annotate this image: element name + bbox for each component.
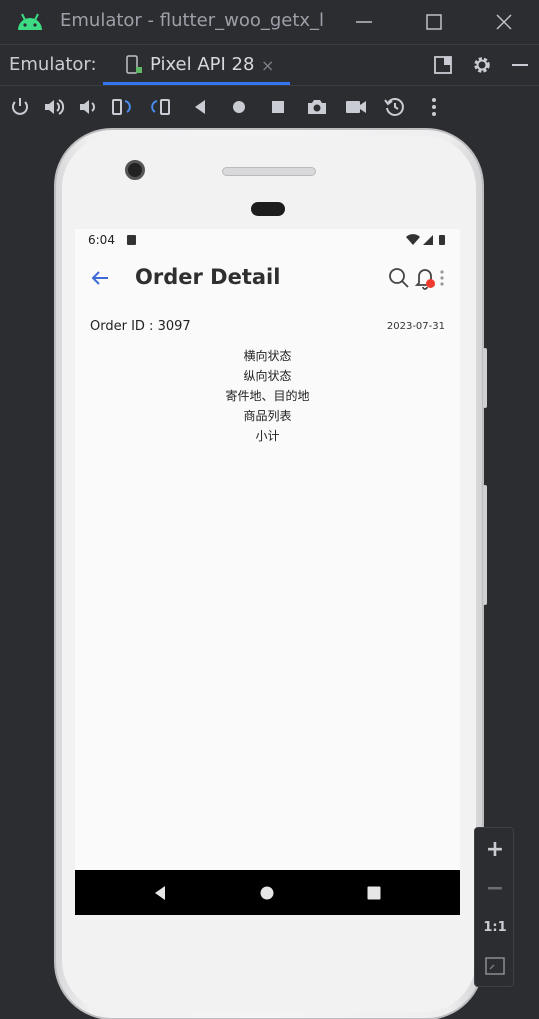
snapshot-restore-icon[interactable] — [383, 95, 407, 119]
title-bar: Emulator - flutter_woo_getx_le — [0, 0, 539, 44]
tab-pixel-api-28[interactable]: Pixel API 28 × — [103, 45, 290, 85]
fit-screen-icon — [485, 957, 505, 975]
order-date: 2023-07-31 — [386, 321, 445, 332]
system-indicators-icon — [406, 234, 445, 245]
gear-icon[interactable] — [471, 54, 493, 76]
overflow-menu-icon[interactable] — [439, 268, 445, 288]
zoom-out-button[interactable]: − — [475, 869, 515, 907]
rotate-left-icon[interactable] — [110, 95, 134, 119]
home-icon[interactable] — [227, 95, 251, 119]
tab-close-icon[interactable]: × — [261, 56, 274, 75]
zoom-in-button[interactable]: + — [475, 830, 515, 868]
section-vertical-status: 纵向状态 — [243, 369, 292, 383]
device-screen[interactable]: 6:04 Order Detail Order ID : 3097 2023-0… — [75, 229, 460, 915]
zoom-to-fit-button[interactable] — [475, 947, 515, 985]
volume-up-icon[interactable] — [42, 95, 66, 119]
nav-recents-icon[interactable] — [366, 885, 382, 901]
page-title: Order Detail — [135, 265, 281, 289]
window-title: Emulator - flutter_woo_getx_le — [60, 10, 325, 31]
section-origin-destination: 寄件地、目的地 — [225, 389, 310, 403]
app-bar: Order Detail — [75, 253, 460, 303]
android-icon — [18, 13, 42, 30]
section-horizontal-status: 横向状态 — [243, 349, 292, 363]
front-camera — [125, 160, 145, 180]
emulator-toolbar — [0, 85, 539, 127]
actual-size-button[interactable]: 1:1 — [475, 908, 515, 946]
sd-card-icon — [127, 235, 136, 245]
close-window-button[interactable] — [490, 8, 518, 36]
android-status-bar: 6:04 — [75, 229, 460, 253]
zoom-controls: + − 1:1 — [474, 827, 514, 987]
back-icon[interactable] — [188, 95, 212, 119]
side-button-power[interactable] — [483, 348, 487, 408]
layout-toggle-icon[interactable] — [432, 54, 454, 76]
tab-label: Pixel API 28 — [150, 54, 255, 75]
camera-screenshot-icon[interactable] — [305, 95, 329, 119]
android-nav-bar — [75, 870, 460, 915]
side-button-volume[interactable] — [483, 485, 487, 605]
nav-back-icon[interactable] — [152, 885, 168, 901]
volume-down-icon[interactable] — [76, 95, 100, 119]
screen-record-icon[interactable] — [344, 95, 368, 119]
search-icon[interactable] — [388, 267, 410, 289]
nav-home-icon[interactable] — [259, 885, 275, 901]
maximize-button[interactable] — [420, 8, 448, 36]
rotate-right-icon[interactable] — [148, 95, 172, 119]
earpiece-speaker — [222, 167, 316, 176]
order-section-list: 横向状态 纵向状态 寄件地、目的地 商品列表 小计 — [75, 346, 460, 446]
section-subtotal: 小计 — [255, 429, 280, 443]
overview-icon[interactable] — [266, 95, 290, 119]
more-options-icon[interactable] — [422, 95, 446, 119]
power-icon[interactable] — [8, 95, 32, 119]
phone-device-icon — [126, 55, 142, 74]
emulator-tab-bar: Emulator: Pixel API 28 × — [0, 44, 539, 85]
notification-badge — [426, 279, 435, 288]
section-product-list: 商品列表 — [243, 409, 292, 423]
order-id: Order ID : 3097 — [90, 319, 191, 334]
minimize-button[interactable] — [350, 8, 378, 36]
back-arrow-icon[interactable] — [89, 267, 111, 289]
emulator-label: Emulator: — [9, 54, 97, 75]
status-time: 6:04 — [88, 233, 115, 247]
hide-panel-icon[interactable] — [509, 54, 531, 76]
proximity-sensor — [251, 202, 285, 216]
